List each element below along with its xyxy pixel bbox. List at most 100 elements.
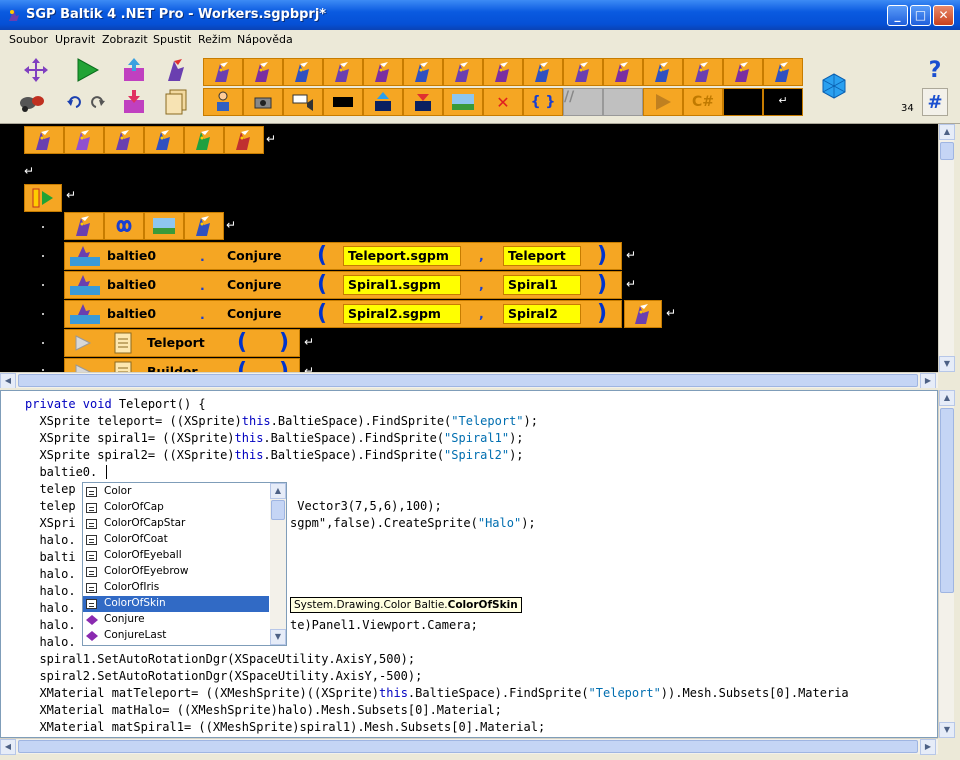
name-argument[interactable]: Spiral2 — [503, 304, 581, 324]
file-argument[interactable]: Spiral1.sgpm — [343, 275, 461, 295]
autocomplete-item[interactable]: ColorOfEyebrow — [83, 564, 269, 580]
export-icon[interactable] — [120, 56, 148, 84]
name-argument[interactable]: Spiral1 — [503, 275, 581, 295]
command-8-icon[interactable] — [483, 58, 523, 86]
scroll-down-arrow[interactable]: ▼ — [939, 356, 955, 372]
scroll-up-arrow[interactable]: ▲ — [270, 483, 286, 499]
call-row[interactable]: Builder () — [64, 358, 300, 372]
person-icon[interactable] — [203, 88, 243, 116]
sound-icon[interactable] — [283, 88, 323, 116]
redo-icon[interactable] — [84, 88, 112, 116]
conjure-row[interactable]: baltie0. Conjure (Spiral1.sgpm, Spiral1) — [64, 271, 622, 299]
delete-icon[interactable]: ✕ — [483, 88, 523, 116]
autocomplete-item[interactable]: Color — [83, 484, 269, 500]
scroll-thumb[interactable] — [271, 500, 285, 520]
debug-icon[interactable] — [18, 88, 46, 116]
code-vertical-scrollbar[interactable]: ▲ ▼ — [938, 390, 955, 738]
space-icon[interactable] — [723, 88, 763, 116]
minimize-button[interactable]: _ — [887, 5, 908, 26]
file-argument[interactable]: Spiral2.sgpm — [343, 304, 461, 324]
visual-horizontal-scrollbar[interactable]: ◀ ▶ — [0, 372, 938, 389]
landscape-icon[interactable] — [144, 212, 184, 240]
command-4-icon[interactable] — [323, 58, 363, 86]
help-icon[interactable]: ? — [921, 56, 949, 84]
autocomplete-scrollbar[interactable]: ▲ ▼ — [270, 483, 286, 645]
scroll-up-arrow[interactable]: ▲ — [939, 390, 955, 406]
import-icon[interactable] — [120, 88, 148, 116]
house-up-icon[interactable] — [363, 88, 403, 116]
play-icon[interactable] — [643, 88, 683, 116]
move-icon[interactable] — [22, 56, 50, 84]
command-6-icon[interactable] — [403, 58, 443, 86]
scroll-thumb[interactable] — [940, 142, 954, 160]
command-14-icon[interactable] — [723, 58, 763, 86]
sprite-4-icon[interactable] — [144, 126, 184, 154]
name-argument[interactable]: Teleport — [503, 246, 581, 266]
sprite-5-icon[interactable] — [184, 126, 224, 154]
autocomplete-item[interactable]: ColorOfIris — [83, 580, 269, 596]
maximize-button[interactable]: □ — [910, 5, 931, 26]
command-9-icon[interactable] — [523, 58, 563, 86]
scroll-down-arrow[interactable]: ▼ — [939, 722, 955, 738]
landscape-icon[interactable] — [443, 88, 483, 116]
block-start-icon[interactable] — [24, 184, 62, 212]
command-13-icon[interactable] — [683, 58, 723, 86]
autocomplete-item[interactable]: ColorOfCapStar — [83, 516, 269, 532]
scroll-left-arrow[interactable]: ◀ — [0, 373, 16, 389]
code-horizontal-scrollbar[interactable]: ◀ ▶ — [0, 738, 938, 755]
wizard-icon[interactable] — [624, 300, 662, 328]
sprite-1-icon[interactable] — [24, 126, 64, 154]
autocomplete-item[interactable]: ColorOfSkin — [83, 596, 269, 612]
cube-icon[interactable] — [820, 72, 848, 100]
infinity-icon[interactable] — [104, 212, 144, 240]
sprite-3-icon[interactable] — [104, 126, 144, 154]
braces-icon[interactable]: { } — [523, 88, 563, 116]
menu-upravit[interactable]: Upravit — [55, 33, 95, 46]
scroll-thumb[interactable] — [18, 740, 918, 753]
command-10-icon[interactable] — [563, 58, 603, 86]
scroll-thumb[interactable] — [940, 408, 954, 593]
command-2-icon[interactable] — [243, 58, 283, 86]
autocomplete-item[interactable]: Conjure — [83, 612, 269, 628]
black-rect-icon[interactable] — [323, 88, 363, 116]
csharp-icon[interactable]: C# — [683, 88, 723, 116]
run-icon[interactable] — [73, 56, 101, 84]
house-down-icon[interactable] — [403, 88, 443, 116]
command-7-icon[interactable] — [443, 58, 483, 86]
conjure-row[interactable]: baltie0. Conjure (Teleport.sgpm, Teleport) — [64, 242, 622, 270]
wizard-icon[interactable] — [64, 212, 104, 240]
wizard-turn-icon[interactable] — [184, 212, 224, 240]
blank-icon[interactable] — [603, 88, 643, 116]
autocomplete-item[interactable]: ColorOfEyeball — [83, 548, 269, 564]
camera-icon[interactable] — [243, 88, 283, 116]
menu-spustit[interactable]: Spustit — [153, 33, 191, 46]
conjure-row[interactable]: baltie0. Conjure (Spiral2.sgpm, Spiral2) — [64, 300, 622, 328]
menu-soubor[interactable]: Soubor — [9, 33, 48, 46]
command-5-icon[interactable] — [363, 58, 403, 86]
visual-vertical-scrollbar[interactable]: ▲ ▼ — [938, 124, 955, 372]
menu-zobrazit[interactable]: Zobrazit — [102, 33, 148, 46]
sprite-2-icon[interactable] — [64, 126, 104, 154]
autocomplete-list[interactable]: Color ColorOfCap ColorOfCapStar ColorOfCoat… — [82, 482, 287, 646]
command-15-icon[interactable] — [763, 58, 803, 86]
scroll-right-arrow[interactable]: ▶ — [920, 739, 936, 755]
command-3-icon[interactable] — [283, 58, 323, 86]
scroll-left-arrow[interactable]: ◀ — [0, 739, 16, 755]
visual-program-area[interactable]: ↵ ↵ ↵ ↵ baltie0. Conjure (Teleport.sgpm, Te… — [0, 124, 938, 372]
file-argument[interactable]: Teleport.sgpm — [343, 246, 461, 266]
return-icon[interactable]: ↵ — [763, 88, 803, 116]
command-1-icon[interactable] — [203, 58, 243, 86]
scroll-down-arrow[interactable]: ▼ — [270, 629, 286, 645]
scroll-thumb[interactable] — [18, 374, 918, 387]
scroll-up-arrow[interactable]: ▲ — [939, 124, 955, 140]
close-button[interactable]: ✕ — [933, 5, 954, 26]
scroll-right-arrow[interactable]: ▶ — [920, 373, 936, 389]
pages-icon[interactable] — [162, 88, 190, 116]
command-12-icon[interactable] — [643, 58, 683, 86]
sprite-6-icon[interactable] — [224, 126, 264, 154]
comment-icon[interactable]: // — [563, 88, 603, 116]
autocomplete-item[interactable]: ConjureLast — [83, 628, 269, 644]
menu-rezim[interactable]: Režim — [198, 33, 231, 46]
autocomplete-item[interactable]: ColorOfCoat — [83, 532, 269, 548]
command-11-icon[interactable] — [603, 58, 643, 86]
